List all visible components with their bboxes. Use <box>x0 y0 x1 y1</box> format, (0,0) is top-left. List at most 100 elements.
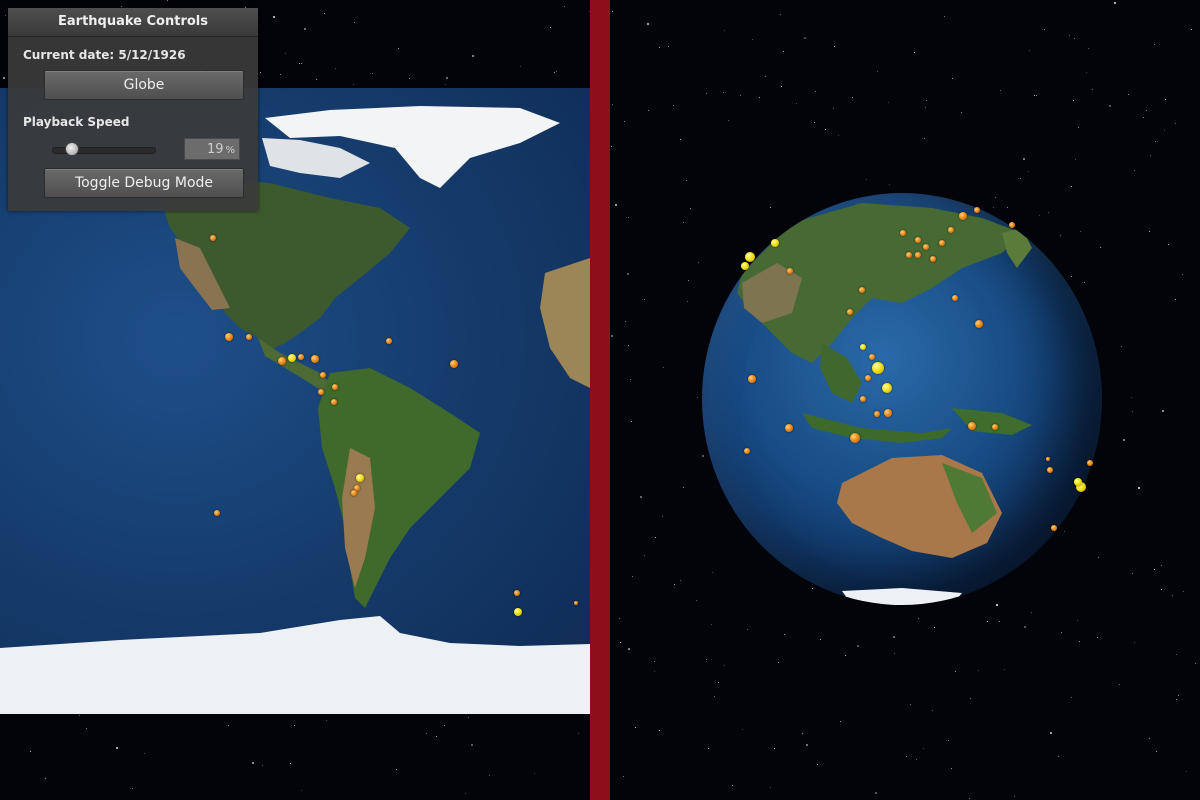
earthquake-marker <box>992 424 998 430</box>
star <box>472 54 475 57</box>
globe-viewport[interactable] <box>610 0 1200 800</box>
star <box>354 22 356 24</box>
star <box>961 112 963 114</box>
star <box>471 744 474 747</box>
star <box>1074 37 1076 39</box>
star <box>611 335 614 338</box>
star <box>654 660 656 662</box>
star <box>436 735 438 737</box>
star <box>564 5 566 7</box>
star <box>673 104 675 106</box>
earthquake-marker <box>860 344 866 350</box>
star <box>817 763 819 765</box>
star <box>838 135 840 137</box>
earthquake-marker <box>748 375 756 383</box>
star <box>711 572 713 574</box>
star <box>44 778 46 780</box>
star <box>1145 110 1147 112</box>
star <box>968 797 970 799</box>
star <box>1097 557 1099 559</box>
star <box>1131 397 1133 399</box>
earthquake-controls-panel: Earthquake Controls Current date: 5/12/1… <box>8 8 258 211</box>
earthquake-marker <box>288 354 296 362</box>
star <box>627 648 630 651</box>
earthquake-marker <box>332 384 338 390</box>
earthquake-marker <box>923 244 929 250</box>
toggle-debug-mode-button[interactable]: Toggle Debug Mode <box>44 168 244 198</box>
star <box>619 617 621 619</box>
star <box>1123 439 1126 442</box>
playback-speed-value-field[interactable]: 19% <box>184 138 240 160</box>
star <box>4 14 6 16</box>
star <box>326 720 328 722</box>
star <box>1030 612 1032 614</box>
star <box>759 97 761 99</box>
star <box>627 272 629 275</box>
star <box>806 743 809 746</box>
star <box>1142 117 1144 119</box>
star <box>294 725 296 727</box>
star <box>839 721 841 723</box>
earth-globe[interactable] <box>702 193 1102 605</box>
star <box>1071 186 1073 188</box>
star <box>1060 631 1062 633</box>
playback-speed-slider-thumb[interactable] <box>65 142 79 156</box>
playback-speed-unit: % <box>225 145 235 156</box>
star <box>316 79 318 81</box>
star <box>815 91 817 93</box>
star <box>1134 169 1136 171</box>
star <box>1156 751 1158 753</box>
star <box>272 15 275 18</box>
star <box>888 184 890 186</box>
star <box>610 145 612 147</box>
star <box>426 732 428 734</box>
star <box>845 655 847 657</box>
earthquake-marker <box>948 227 954 233</box>
earthquake-marker <box>1074 478 1082 486</box>
star <box>577 732 579 734</box>
earthquake-marker <box>574 601 578 605</box>
star <box>924 106 926 108</box>
earthquake-marker <box>771 239 779 247</box>
star <box>924 137 926 139</box>
star <box>783 634 785 636</box>
star <box>303 28 306 31</box>
star <box>687 280 689 282</box>
earthquake-marker <box>874 411 880 417</box>
star <box>629 379 631 381</box>
star <box>1109 105 1112 108</box>
star <box>747 629 749 631</box>
star <box>301 62 303 64</box>
star <box>445 83 447 85</box>
star <box>631 420 633 422</box>
globe-toggle-button[interactable]: Globe <box>44 70 244 100</box>
star <box>300 790 302 792</box>
star <box>1060 235 1062 237</box>
star <box>644 554 646 556</box>
star <box>446 76 449 79</box>
star <box>905 756 907 758</box>
earthquake-marker <box>787 268 793 274</box>
star <box>1023 626 1026 629</box>
star <box>770 207 772 209</box>
star <box>1150 155 1152 156</box>
star <box>668 46 670 48</box>
star <box>932 710 934 712</box>
star <box>857 644 860 647</box>
star <box>1133 641 1135 643</box>
star <box>893 635 896 638</box>
star <box>947 740 949 742</box>
star <box>1071 696 1073 698</box>
earthquake-marker <box>906 252 912 258</box>
earthquake-marker <box>246 334 252 340</box>
star <box>1182 591 1184 593</box>
star <box>723 664 725 666</box>
star <box>227 724 229 726</box>
star <box>774 748 776 750</box>
star <box>1194 663 1196 665</box>
earthquake-marker <box>386 338 392 344</box>
star <box>689 207 691 209</box>
star <box>909 704 911 706</box>
star <box>713 696 715 698</box>
star <box>284 53 286 55</box>
